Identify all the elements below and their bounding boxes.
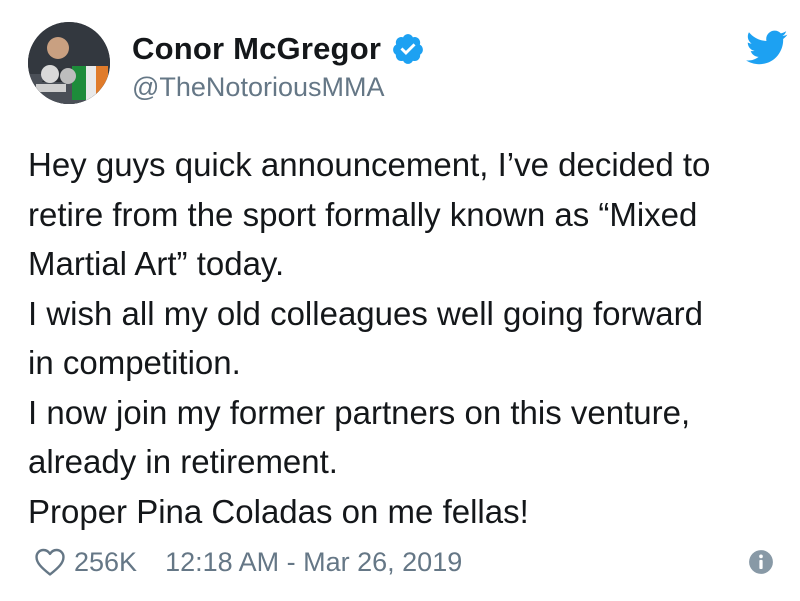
tweet-line: in competition. (28, 344, 241, 381)
tweet-line: Hey guys quick announcement, I’ve decide… (28, 146, 711, 183)
twitter-bird-icon[interactable] (746, 30, 788, 66)
tweet-line: I wish all my old colleagues well going … (28, 294, 703, 332)
tweet-line: I now join my former partners on this ve… (28, 393, 691, 431)
tweet-timestamp[interactable]: 12:18 AM - Mar 26, 2019 (165, 547, 462, 578)
heart-icon[interactable] (34, 547, 66, 577)
tweet-footer: 256K 12:18 AM - Mar 26, 2019 (34, 540, 774, 584)
tweet-card: Conor McGregor @TheNotoriousMMA Hey guys… (0, 0, 800, 601)
name-row: Conor McGregor (132, 29, 425, 69)
tweet-header: Conor McGregor @TheNotoriousMMA (28, 22, 788, 112)
verified-badge-icon (391, 32, 425, 66)
tweet-text: Hey guys quick announcement, I’ve decide… (28, 140, 780, 536)
user-handle[interactable]: @TheNotoriousMMA (132, 72, 384, 103)
tweet-line: Martial Art” today. (28, 245, 285, 282)
tweet-line: already in retirement. (28, 443, 338, 480)
info-icon[interactable] (748, 549, 774, 575)
like-count[interactable]: 256K (74, 547, 137, 578)
tweet-line: retire from the sport formally known as … (28, 195, 698, 233)
tweet-line: Proper Pina Coladas on me fellas! (28, 492, 529, 530)
avatar[interactable] (28, 22, 110, 104)
display-name[interactable]: Conor McGregor (132, 31, 381, 67)
